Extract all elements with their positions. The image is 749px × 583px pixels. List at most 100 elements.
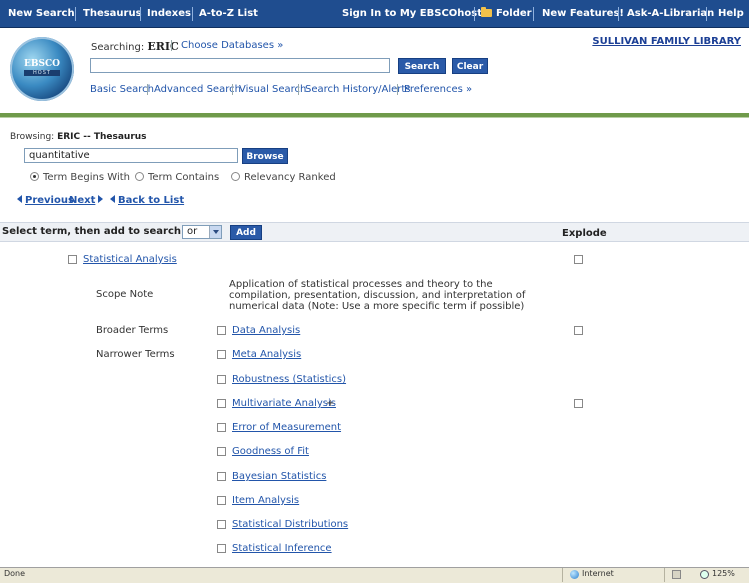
broader-terms-label: Broader Terms: [96, 325, 169, 336]
header-divider: [171, 40, 172, 51]
term-checkbox[interactable]: [217, 520, 226, 529]
narrower-term-link[interactable]: Bayesian Statistics: [232, 471, 326, 482]
header-accent-line: [0, 117, 749, 118]
folder-icon: [481, 7, 492, 17]
narrower-term-link[interactable]: Goodness of Fit: [232, 446, 309, 457]
narrower-term-link[interactable]: Statistical Distributions: [232, 519, 348, 530]
nav-indexes[interactable]: Indexes: [147, 0, 191, 28]
term-checkbox[interactable]: [217, 472, 226, 481]
advanced-search-link[interactable]: Advanced Search: [154, 84, 241, 95]
radio-term-contains[interactable]: Term Contains: [135, 172, 219, 183]
radio-label: Term Begins With: [43, 172, 130, 183]
search-input[interactable]: [90, 58, 390, 73]
narrower-term-link[interactable]: Error of Measurement: [232, 422, 341, 433]
back-label: Back to List: [118, 195, 185, 206]
security-zone-text: Internet: [582, 569, 614, 578]
chevron-down-icon: [209, 226, 221, 238]
nav-ask-a-librarian[interactable]: Ask-A-Librarian: [627, 0, 714, 28]
nav-help[interactable]: Help: [718, 0, 744, 28]
nav-new-features[interactable]: New Features!: [542, 0, 624, 28]
choose-databases-link[interactable]: Choose Databases »: [181, 40, 283, 51]
nav-thesaurus[interactable]: Thesaurus: [83, 0, 142, 28]
zoom-level[interactable]: 125%: [712, 569, 735, 578]
basic-search-link[interactable]: Basic Search: [90, 84, 154, 95]
browsing-prefix: Browsing:: [10, 132, 55, 142]
radio-label: Relevancy Ranked: [244, 172, 336, 183]
narrower-term-link[interactable]: Statistical Inference: [232, 543, 332, 554]
zoom-icon[interactable]: [700, 570, 709, 579]
radio-label: Term Contains: [148, 172, 220, 183]
scope-note-text: Application of statistical processes and…: [229, 279, 526, 312]
explode-column-header: Explode: [562, 228, 607, 239]
library-name-link[interactable]: SULLIVAN FAMILY LIBRARY: [592, 36, 741, 47]
preferences-link[interactable]: Preferences »: [404, 84, 472, 95]
previous-link[interactable]: Previous: [17, 195, 74, 206]
nav-folder-label: Folder: [496, 8, 532, 19]
clear-button[interactable]: Clear: [452, 58, 488, 74]
nav-divider: [618, 7, 619, 21]
nav-divider: [75, 7, 76, 21]
nav-divider: [474, 7, 475, 21]
narrower-term-link[interactable]: Robustness (Statistics): [232, 374, 346, 385]
arrow-left-icon: [110, 195, 115, 203]
link-divider: [298, 84, 299, 95]
narrower-term-link[interactable]: Item Analysis: [232, 495, 299, 506]
scope-note-label: Scope Note: [96, 289, 154, 300]
radio-unselected-icon: [135, 172, 144, 181]
term-checkbox[interactable]: [217, 496, 226, 505]
back-to-list-link[interactable]: Back to List: [110, 195, 184, 206]
term-checkbox[interactable]: [217, 423, 226, 432]
status-divider: [562, 568, 563, 582]
previous-label: Previous: [25, 195, 74, 206]
browse-button[interactable]: Browse: [242, 148, 288, 164]
radio-unselected-icon: [231, 172, 240, 181]
term-checkbox[interactable]: [217, 326, 226, 335]
nav-divider: [192, 7, 193, 21]
browsing-label: Browsing: ERIC -- Thesaurus: [10, 132, 147, 142]
nav-divider: [706, 7, 707, 21]
term-checkbox[interactable]: [217, 350, 226, 359]
term-checkbox[interactable]: [217, 375, 226, 384]
nav-sign-in[interactable]: Sign In to My EBSCOhost: [342, 0, 482, 28]
nav-new-search[interactable]: New Search: [8, 0, 75, 28]
term-checkbox[interactable]: [217, 399, 226, 408]
searching-prefix: Searching:: [91, 42, 145, 53]
has-narrower-marker: +: [326, 398, 335, 409]
next-link[interactable]: Next: [69, 195, 104, 206]
protected-mode-icon[interactable]: [672, 570, 681, 579]
nav-folder[interactable]: Folder: [481, 0, 532, 28]
nav-a-to-z-list[interactable]: A-to-Z List: [199, 0, 258, 28]
explode-checkbox[interactable]: [574, 326, 583, 335]
radio-term-begins-with[interactable]: Term Begins With: [30, 172, 130, 183]
search-history-link[interactable]: Search History/Alerts: [305, 84, 411, 95]
searching-label: Searching: ERIC: [91, 40, 179, 53]
visual-search-link[interactable]: Visual Search: [239, 84, 306, 95]
search-button[interactable]: Search: [398, 58, 446, 74]
nav-divider: [533, 7, 534, 21]
radio-relevancy-ranked[interactable]: Relevancy Ranked: [231, 172, 336, 183]
browser-status-bar: [0, 567, 749, 583]
main-term-link[interactable]: Statistical Analysis: [83, 254, 177, 265]
browse-term-input[interactable]: quantitative: [24, 148, 238, 163]
broader-term-link[interactable]: Data Analysis: [232, 325, 300, 336]
term-checkbox[interactable]: [217, 544, 226, 553]
add-button[interactable]: Add: [230, 225, 262, 240]
next-label: Next: [69, 195, 96, 206]
narrower-term-link[interactable]: Meta Analysis: [232, 349, 301, 360]
top-navigation-bar: New Search Thesaurus Indexes A-to-Z List…: [0, 0, 749, 28]
link-divider: [147, 84, 148, 95]
narrower-term-link[interactable]: Multivariate Analysis: [232, 398, 336, 409]
arrow-right-icon: [98, 195, 104, 203]
status-divider: [664, 568, 665, 582]
term-checkbox[interactable]: [68, 255, 77, 264]
logo-text-top: EBSCO: [24, 59, 60, 69]
operator-value: or: [187, 226, 198, 237]
arrow-left-icon: [17, 195, 22, 203]
ebscohost-logo[interactable]: EBSCO HOST: [10, 37, 74, 101]
radio-selected-icon: [30, 172, 39, 181]
explode-checkbox[interactable]: [574, 255, 583, 264]
term-checkbox[interactable]: [217, 447, 226, 456]
nav-divider: [140, 7, 141, 21]
boolean-operator-select[interactable]: or: [182, 225, 222, 239]
explode-checkbox[interactable]: [574, 399, 583, 408]
